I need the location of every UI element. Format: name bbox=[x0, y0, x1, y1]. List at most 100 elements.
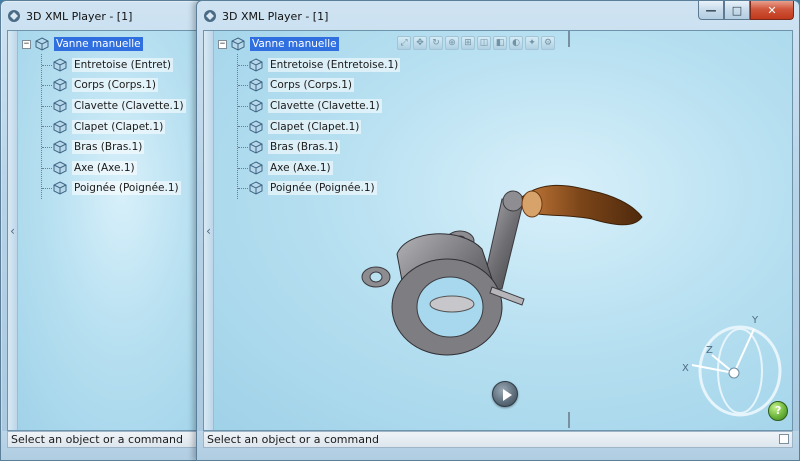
status-resize-icon[interactable] bbox=[779, 434, 789, 444]
tree-item[interactable]: Bras (Bras.1) bbox=[22, 137, 186, 158]
viewport-edge-mark bbox=[568, 31, 570, 47]
tree-root[interactable]: − Vanne manuelle bbox=[22, 34, 186, 55]
part-icon bbox=[248, 77, 264, 93]
back-player-window[interactable]: 3D XML Player - [1] ‹ − Vanne manuelle E… bbox=[0, 0, 206, 461]
tree-item-label[interactable]: Clapet (Clapet.1) bbox=[268, 119, 362, 134]
tree-item[interactable]: Corps (Corps.1) bbox=[218, 75, 400, 96]
rotate-icon[interactable]: ↻ bbox=[429, 36, 443, 50]
front-window-titlebar[interactable]: 3D XML Player - [1] — □ ✕ bbox=[197, 1, 799, 31]
view-mode-icon[interactable]: ◧ bbox=[493, 36, 507, 50]
part-icon bbox=[52, 57, 68, 73]
tree-item-label[interactable]: Axe (Axe.1) bbox=[268, 160, 333, 175]
pan-icon[interactable]: ✥ bbox=[413, 36, 427, 50]
tree-collapse-strip[interactable]: ‹ bbox=[8, 31, 18, 430]
tree-item[interactable]: Bras (Bras.1) bbox=[218, 137, 400, 158]
zoom-icon[interactable]: ⊕ bbox=[445, 36, 459, 50]
viewport-edge-mark bbox=[568, 412, 570, 428]
tree-item[interactable]: Entretoise (Entretoise.1) bbox=[218, 55, 401, 76]
tree-collapse-strip[interactable]: ‹ bbox=[204, 31, 214, 430]
status-bar: Select an object or a command bbox=[1, 431, 205, 460]
app-icon bbox=[7, 9, 21, 23]
part-icon bbox=[52, 77, 68, 93]
part-icon bbox=[248, 119, 264, 135]
tree-root-label[interactable]: Vanne manuelle bbox=[250, 37, 339, 52]
product-icon bbox=[230, 36, 246, 52]
tree-item-label[interactable]: Bras (Bras.1) bbox=[72, 140, 145, 155]
tree-branch bbox=[238, 188, 248, 190]
status-message-box: Select an object or a command bbox=[203, 431, 793, 448]
3d-compass[interactable]: Y X Z bbox=[682, 309, 782, 422]
tree-branch bbox=[42, 105, 52, 107]
zoom-area-icon[interactable]: ⊞ bbox=[461, 36, 475, 50]
tree-item-label[interactable]: Corps (Corps.1) bbox=[268, 78, 354, 93]
product-icon bbox=[34, 36, 50, 52]
tree-item-label[interactable]: Clavette (Clavette.1) bbox=[72, 99, 186, 114]
tree-item-label[interactable]: Entretoise (Entretoise.1) bbox=[268, 57, 401, 72]
tree-branch bbox=[238, 126, 248, 128]
window-title: 3D XML Player - [1] bbox=[26, 9, 133, 23]
part-icon bbox=[52, 160, 68, 176]
back-window-titlebar[interactable]: 3D XML Player - [1] bbox=[1, 1, 205, 31]
tree-item-label[interactable]: Poignée (Poignée.1) bbox=[72, 181, 181, 196]
status-bar: Select an object or a command bbox=[197, 431, 799, 460]
part-icon bbox=[52, 98, 68, 114]
hide-show-icon[interactable]: ◐ bbox=[509, 36, 523, 50]
status-text: Select an object or a command bbox=[11, 433, 183, 446]
tree-item[interactable]: Entretoise (Entret) bbox=[22, 55, 186, 76]
part-icon bbox=[52, 119, 68, 135]
back-3d-viewport[interactable]: ‹ − Vanne manuelle Entretoise (Entret) C… bbox=[7, 30, 199, 431]
tree-branch bbox=[238, 105, 248, 107]
maximize-button[interactable]: □ bbox=[724, 1, 750, 20]
tree-item-label[interactable]: Clapet (Clapet.1) bbox=[72, 119, 166, 134]
compass-y-label: Y bbox=[751, 315, 759, 326]
tree-branch bbox=[42, 85, 52, 87]
camera-icon[interactable]: ✦ bbox=[525, 36, 539, 50]
settings-icon[interactable]: ⚙ bbox=[541, 36, 555, 50]
view-toolbar: ⤢ ✥ ↻ ⊕ ⊞ ◫ ◧ ◐ ✦ ⚙ bbox=[397, 36, 555, 52]
tree-branch bbox=[238, 146, 248, 148]
tree-branch bbox=[42, 188, 52, 190]
part-icon bbox=[248, 98, 264, 114]
window-title: 3D XML Player - [1] bbox=[222, 9, 329, 23]
tree-item-label[interactable]: Clavette (Clavette.1) bbox=[268, 99, 382, 114]
specification-tree: − Vanne manuelle Entretoise (Entret) Cor… bbox=[22, 34, 186, 199]
tree-item[interactable]: Clavette (Clavette.1) bbox=[22, 96, 186, 117]
minimize-button[interactable]: — bbox=[698, 1, 724, 20]
collapse-icon[interactable]: − bbox=[22, 39, 31, 49]
app-icon bbox=[203, 9, 217, 23]
tree-item[interactable]: Clapet (Clapet.1) bbox=[218, 116, 400, 137]
tree-item[interactable]: Clavette (Clavette.1) bbox=[218, 96, 400, 117]
tree-branch bbox=[42, 146, 52, 148]
part-icon bbox=[248, 180, 264, 196]
help-globe-icon[interactable] bbox=[768, 401, 788, 421]
part-icon bbox=[248, 160, 264, 176]
caption-buttons: — □ ✕ bbox=[698, 1, 794, 20]
normal-view-icon[interactable]: ◫ bbox=[477, 36, 491, 50]
tree-item-label[interactable]: Entretoise (Entret) bbox=[72, 57, 173, 72]
compass-z-label: Z bbox=[706, 345, 713, 356]
front-3d-viewport[interactable]: ‹ ⤢ ✥ ↻ ⊕ ⊞ ◫ ◧ ◐ ✦ ⚙ − Vanne manuelle E… bbox=[203, 30, 793, 431]
collapse-icon[interactable]: − bbox=[218, 39, 227, 49]
tree-branch bbox=[238, 85, 248, 87]
3d-model-manual-valve[interactable] bbox=[352, 159, 652, 372]
tree-item-label[interactable]: Axe (Axe.1) bbox=[72, 160, 137, 175]
status-text: Select an object or a command bbox=[207, 433, 379, 446]
tree-item[interactable]: Poignée (Poignée.1) bbox=[22, 178, 186, 199]
tree-item-label[interactable]: Corps (Corps.1) bbox=[72, 78, 158, 93]
tree-branch bbox=[238, 167, 248, 169]
tree-item[interactable]: Corps (Corps.1) bbox=[22, 75, 186, 96]
tree-item[interactable]: Clapet (Clapet.1) bbox=[22, 116, 186, 137]
tree-root-label[interactable]: Vanne manuelle bbox=[54, 37, 143, 52]
part-icon bbox=[248, 139, 264, 155]
tree-item-label[interactable]: Bras (Bras.1) bbox=[268, 140, 341, 155]
chevron-left-icon[interactable]: ‹ bbox=[206, 225, 211, 237]
tree-root[interactable]: − Vanne manuelle bbox=[218, 34, 400, 55]
close-button[interactable]: ✕ bbox=[750, 1, 794, 20]
chevron-left-icon[interactable]: ‹ bbox=[10, 225, 15, 237]
status-message-box: Select an object or a command bbox=[7, 431, 199, 448]
play-animation-button[interactable] bbox=[492, 381, 518, 407]
part-icon bbox=[52, 180, 68, 196]
tree-item[interactable]: Axe (Axe.1) bbox=[22, 158, 186, 179]
front-player-window[interactable]: 3D XML Player - [1] — □ ✕ ‹ ⤢ ✥ ↻ ⊕ ⊞ ◫ … bbox=[196, 0, 800, 461]
part-icon bbox=[248, 57, 264, 73]
